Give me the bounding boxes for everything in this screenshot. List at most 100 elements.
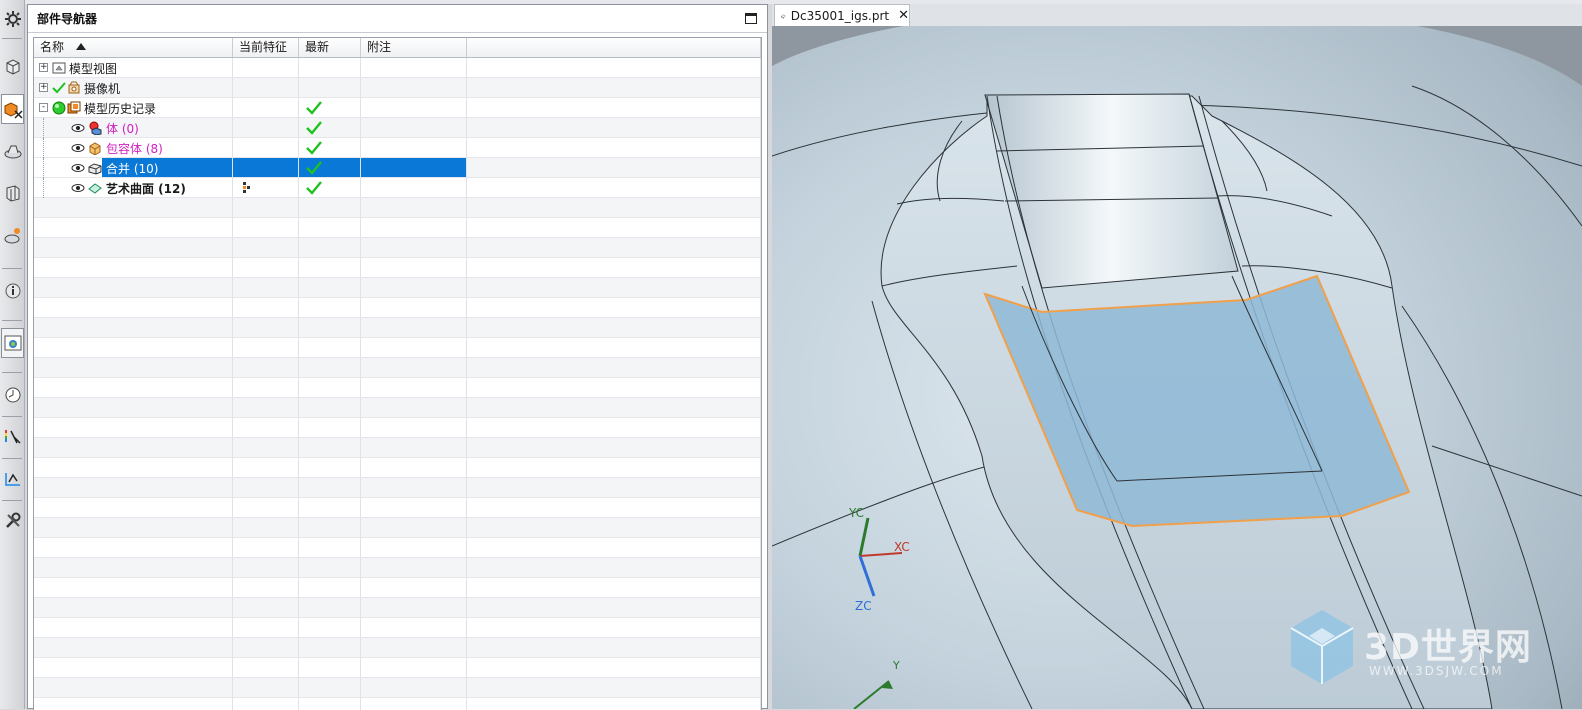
web-browser-icon[interactable]	[1, 220, 24, 250]
empty-row	[34, 638, 761, 658]
info-icon[interactable]	[1, 276, 24, 306]
visibility-eye-icon	[71, 144, 85, 152]
column-header-latest[interactable]: 最新	[299, 38, 361, 57]
empty-row	[34, 458, 761, 478]
notes-cell	[361, 598, 467, 617]
name-cell	[34, 398, 233, 417]
latest-check-icon	[306, 141, 322, 155]
empty-row	[34, 698, 761, 710]
empty-row	[34, 318, 761, 338]
latest-cell	[299, 378, 361, 397]
name-cell: + 模型视图	[34, 58, 233, 77]
current-feature-cell	[233, 498, 299, 517]
abs-y-label: Y	[893, 659, 900, 672]
current-feature-cell	[233, 218, 299, 237]
latest-cell	[299, 578, 361, 597]
history-clock-icon[interactable]	[1, 380, 24, 410]
empty-row	[34, 578, 761, 598]
empty-row	[34, 518, 761, 538]
watermark-cube-logo	[1290, 610, 1354, 684]
unite-icon	[88, 163, 102, 175]
tree-row[interactable]: 艺术曲面 (12)	[34, 178, 761, 198]
empty-row	[34, 278, 761, 298]
name-cell	[34, 438, 233, 457]
analysis-tool-icon[interactable]	[1, 464, 24, 494]
reuse-library-icon[interactable]	[1, 136, 24, 166]
collapse-icon[interactable]: -	[39, 103, 48, 112]
status-green-icon	[52, 101, 66, 115]
current-feature-cell	[233, 118, 299, 137]
empty-row	[34, 478, 761, 498]
document-tab-label: Dc35001_igs.prt	[790, 8, 890, 23]
sort-ascending-icon	[76, 43, 87, 50]
part-navigator-panel: 部件导航器 名称 当前特征 最新 附注 + 模型视图 + 摄像机 - 模型历史记录体 (0…	[27, 4, 768, 710]
close-tab-icon[interactable]: ✕	[898, 8, 909, 23]
name-cell: - 模型历史记录	[34, 98, 233, 117]
name-cell	[34, 318, 233, 337]
empty-row	[34, 418, 761, 438]
hd3d-tools-icon[interactable]	[1, 178, 24, 208]
current-feature-cell	[233, 658, 299, 677]
expand-icon[interactable]: +	[39, 63, 48, 72]
body-icon	[89, 121, 102, 135]
current-feature-cell	[233, 518, 299, 537]
notes-cell	[361, 338, 467, 357]
notes-cell	[361, 458, 467, 477]
current-feature-cell	[233, 598, 299, 617]
current-feature-cell	[233, 358, 299, 377]
palette-icon[interactable]	[1, 328, 24, 358]
analysis-spectrum-icon[interactable]	[1, 422, 24, 452]
column-header-current[interactable]: 当前特征	[233, 38, 299, 57]
watermark-sub: WWW.3DSJW.COM	[1369, 664, 1504, 678]
notes-cell	[361, 638, 467, 657]
document-tab[interactable]: Dc35001_igs.prt ✕	[774, 4, 910, 26]
latest-cell	[299, 398, 361, 417]
name-cell	[34, 458, 233, 477]
table-header: 名称 当前特征 最新 附注	[34, 38, 761, 58]
tree-row[interactable]: + 模型视图	[34, 58, 761, 78]
graphics-viewport[interactable]: YC XC ZC Y 3D世界网 WWW.3DSJW.COM	[772, 26, 1582, 709]
tree-row[interactable]: 包容体 (8)	[34, 138, 761, 158]
settings-gear-icon[interactable]	[1, 4, 24, 34]
column-header-name[interactable]: 名称	[34, 38, 233, 57]
current-feature-cell	[233, 418, 299, 437]
model-render	[772, 26, 1582, 709]
notes-cell	[361, 158, 467, 177]
notes-cell	[361, 438, 467, 457]
latest-cell	[299, 478, 361, 497]
tree-item-label: 模型视图	[69, 62, 118, 76]
latest-cell	[299, 78, 361, 97]
empty-row	[34, 378, 761, 398]
latest-cell	[299, 358, 361, 377]
current-feature-cell	[233, 578, 299, 597]
empty-row	[34, 678, 761, 698]
latest-cell	[299, 418, 361, 437]
current-feature-cell	[233, 278, 299, 297]
empty-row	[34, 658, 761, 678]
column-header-notes[interactable]: 附注	[361, 38, 467, 57]
tree-rows: + 模型视图 + 摄像机 - 模型历史记录体 (0) 包容体 (8) 合并 (10) 艺术曲面 …	[34, 58, 761, 710]
name-cell	[34, 258, 233, 277]
tree-row[interactable]: 合并 (10)	[34, 158, 761, 178]
name-cell	[34, 598, 233, 617]
notes-cell	[361, 258, 467, 277]
latest-cell	[299, 438, 361, 457]
history-icon	[67, 101, 81, 114]
assembly-navigator-icon[interactable]	[1, 52, 24, 82]
part-navigator-icon[interactable]	[1, 94, 24, 124]
latest-check-icon	[306, 121, 322, 135]
name-cell	[34, 358, 233, 377]
latest-check-icon	[306, 101, 322, 115]
expand-icon[interactable]: +	[39, 83, 48, 92]
latest-cell	[299, 98, 361, 117]
notes-cell	[361, 278, 467, 297]
tree-row[interactable]: 体 (0)	[34, 118, 761, 138]
name-cell	[34, 558, 233, 577]
current-feature-cell	[233, 558, 299, 577]
tools-wrench-icon[interactable]	[1, 506, 24, 536]
tree-item-label: 合并 (10)	[106, 162, 159, 176]
latest-cell	[299, 618, 361, 637]
maximize-icon[interactable]	[745, 13, 757, 24]
tree-row[interactable]: + 摄像机	[34, 78, 761, 98]
tree-row[interactable]: - 模型历史记录	[34, 98, 761, 118]
